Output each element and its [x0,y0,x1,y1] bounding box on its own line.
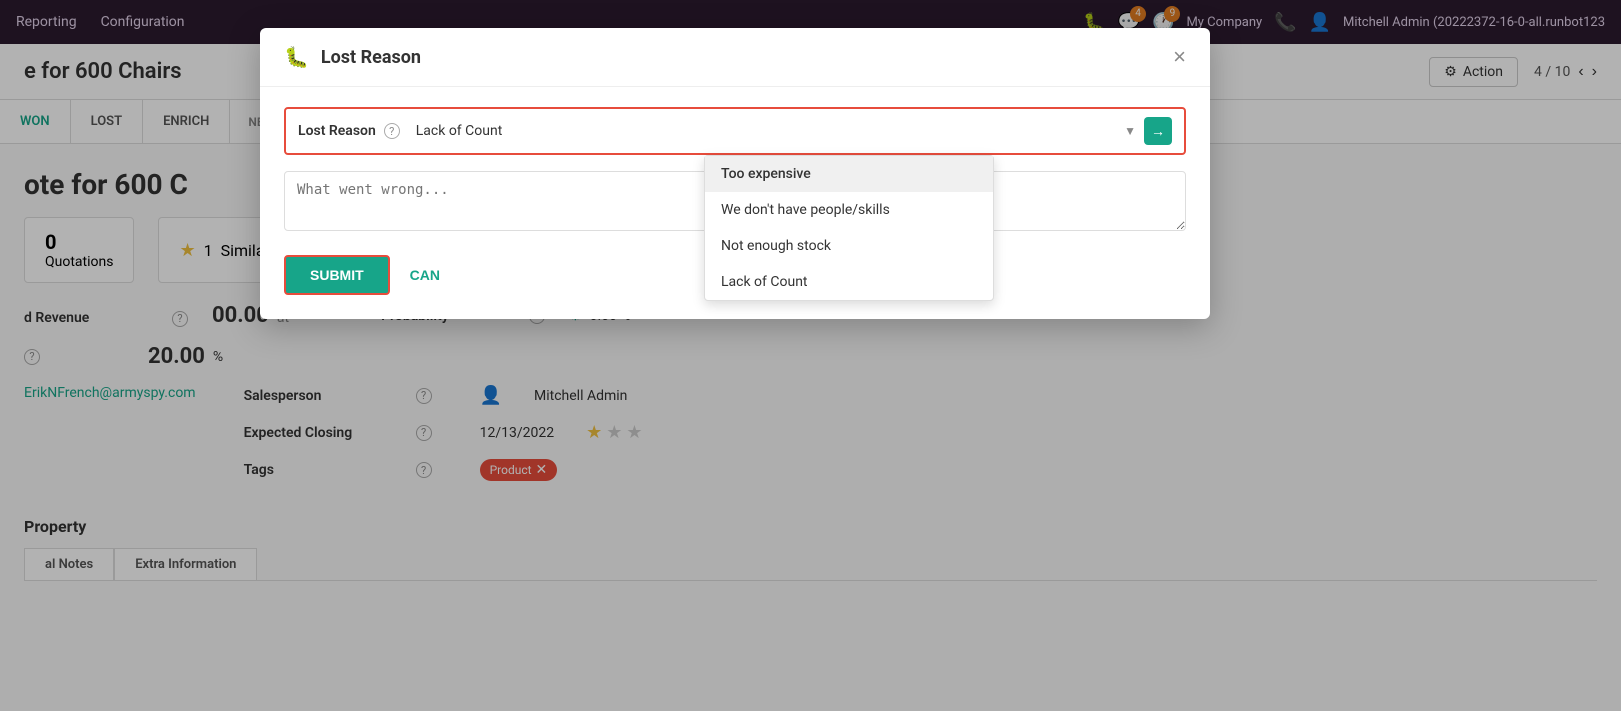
modal-title: Lost Reason [321,47,1173,68]
go-button[interactable]: → [1144,117,1172,145]
lost-reason-row: Lost Reason ? Lack of Count ▼ → [284,107,1186,155]
lost-reason-help-icon[interactable]: ? [384,123,400,139]
dropdown-item-no-skills[interactable]: We don't have people/skills [705,192,993,228]
selected-value: Lack of Count [416,123,1124,139]
modal-header: 🐛 Lost Reason × [260,28,1210,87]
dropdown-item-too-expensive[interactable]: Too expensive [705,156,993,192]
lost-reason-label: Lost Reason [298,123,376,139]
dropdown-item-no-stock[interactable]: Not enough stock [705,228,993,264]
modal-close-button[interactable]: × [1173,44,1186,70]
cancel-button[interactable]: CAN [402,255,448,295]
modal-bug-icon: 🐛 [284,45,309,69]
lost-reason-modal: 🐛 Lost Reason × Lost Reason ? Lack of Co… [260,28,1210,319]
submit-button[interactable]: SUBMIT [284,255,390,295]
dropdown-arrow-icon[interactable]: ▼ [1124,124,1136,138]
modal-body: Lost Reason ? Lack of Count ▼ → Too expe… [260,87,1210,255]
lost-reason-select[interactable]: Lack of Count ▼ → [416,117,1172,145]
dropdown-item-lack-of-count[interactable]: Lack of Count [705,264,993,300]
lost-reason-dropdown: Too expensive We don't have people/skill… [704,155,994,301]
